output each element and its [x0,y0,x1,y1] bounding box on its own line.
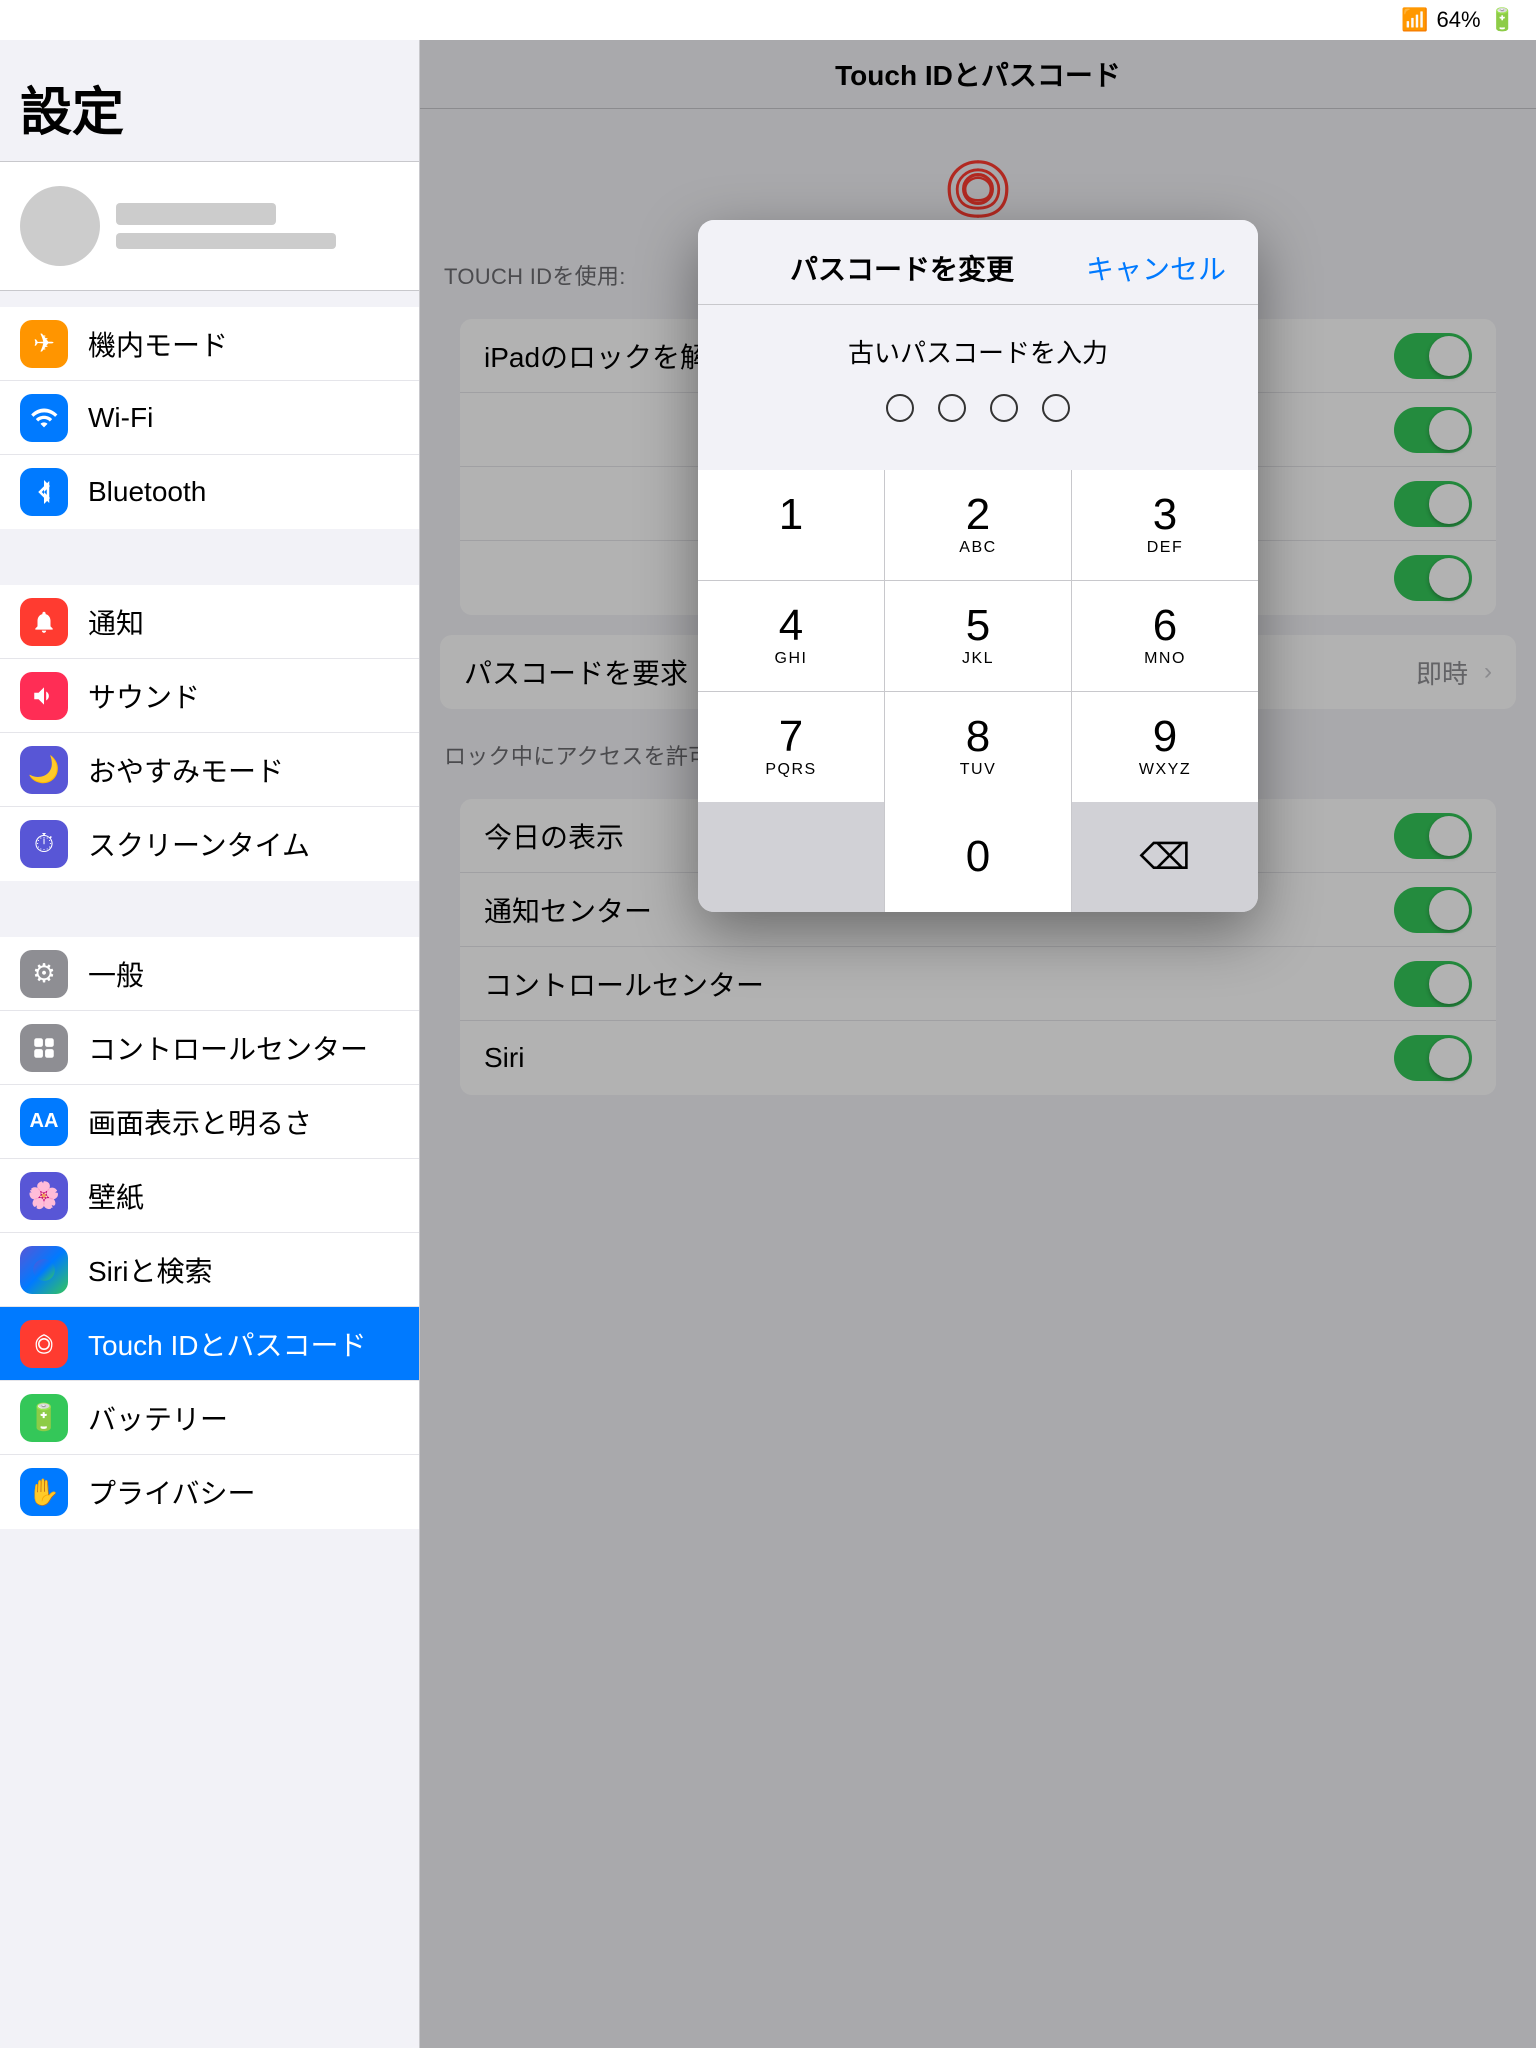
sidebar-item-general[interactable]: ⚙ 一般 [0,937,419,1011]
sidebar-item-label-display: 画面表示と明るさ [88,1102,312,1142]
wallpaper-icon: 🌸 [20,1172,68,1220]
key-3[interactable]: 3 DEF [1072,470,1258,580]
key-7[interactable]: 7 PQRS [698,692,884,802]
separator-1 [0,529,419,569]
sidebar-item-label-general: 一般 [88,954,144,994]
dot-4 [1042,394,1070,422]
dialog-subtitle: 古いパスコードを入力 [730,333,1226,370]
wifi-icon [20,394,68,442]
sidebar-item-airplane[interactable]: ✈ 機内モード [0,307,419,381]
passcode-dialog: パスコードを変更 キャンセル 古いパスコードを入力 1 [698,220,1258,912]
sidebar-item-wallpaper[interactable]: 🌸 壁紙 [0,1159,419,1233]
sidebar: 設定 ✈ 機内モード Wi-Fi [0,40,420,2048]
profile-subtitle [116,233,336,249]
key-empty [698,802,884,912]
status-bar: 📶 64% 🔋 [0,0,1536,40]
sidebar-item-screentime[interactable]: ⏱ スクリーンタイム [0,807,419,881]
notification-icon [20,598,68,646]
sidebar-item-label-privacy: プライバシー [88,1472,255,1512]
avatar [20,186,100,266]
sidebar-item-label-wallpaper: 壁紙 [88,1176,144,1216]
sidebar-item-sound[interactable]: サウンド [0,659,419,733]
bluetooth-icon [20,468,68,516]
sidebar-item-privacy[interactable]: ✋ プライバシー [0,1455,419,1529]
controlcenter-icon [20,1024,68,1072]
dialog-title: パスコードを変更 [730,248,1086,288]
sidebar-item-siri[interactable]: Siriと検索 [0,1233,419,1307]
airplane-icon: ✈ [20,320,68,368]
key-0[interactable]: 0 [885,802,1071,912]
sidebar-item-donotdisturb[interactable]: 🌙 おやすみモード [0,733,419,807]
sidebar-item-controlcenter[interactable]: コントロールセンター [0,1011,419,1085]
key-backspace[interactable]: ⌫ [1072,802,1258,912]
sidebar-item-touchid[interactable]: Touch IDとパスコード [0,1307,419,1381]
key-5[interactable]: 5 JKL [885,581,1071,691]
dot-3 [990,394,1018,422]
siri-icon [20,1246,68,1294]
sidebar-item-label-notification: 通知 [88,602,144,642]
key-8[interactable]: 8 TUV [885,692,1071,802]
key-1[interactable]: 1 [698,470,884,580]
display-icon: AA [20,1098,68,1146]
general-icon: ⚙ [20,950,68,998]
key-2[interactable]: 2 ABC [885,470,1071,580]
separator-2 [0,881,419,921]
sidebar-item-notification[interactable]: 通知 [0,585,419,659]
sidebar-section-1: ✈ 機内モード Wi-Fi Bluetooth [0,307,419,529]
battery-percent: 64% [1437,7,1481,33]
sidebar-item-bluetooth[interactable]: Bluetooth [0,455,419,529]
numpad: 1 2 ABC 3 DEF 4 GHI [698,470,1258,802]
sidebar-item-label-wifi: Wi-Fi [88,402,153,434]
sidebar-item-label-battery: バッテリー [88,1398,228,1438]
sidebar-item-label-airplane: 機内モード [88,324,228,364]
dialog-header: パスコードを変更 キャンセル [698,220,1258,305]
profile-name [116,203,276,225]
sidebar-item-label-sound: サウンド [88,676,200,716]
sidebar-profile[interactable] [0,161,419,291]
profile-info [116,203,399,249]
donotdisturb-icon: 🌙 [20,746,68,794]
battery-sidebar-icon: 🔋 [20,1394,68,1442]
sidebar-item-display[interactable]: AA 画面表示と明るさ [0,1085,419,1159]
sidebar-section-3: ⚙ 一般 コントロールセンター AA 画面表示と明るさ 🌸 壁紙 [0,937,419,1529]
sidebar-item-label-bluetooth: Bluetooth [88,476,206,508]
numpad-bottom: 0 ⌫ [698,802,1258,912]
sidebar-title: 設定 [0,40,419,161]
key-9[interactable]: 9 WXYZ [1072,692,1258,802]
dialog-cancel-button[interactable]: キャンセル [1086,248,1226,288]
sound-icon [20,672,68,720]
dialog-body: 古いパスコードを入力 [698,305,1258,470]
key-6[interactable]: 6 MNO [1072,581,1258,691]
sidebar-section-2: 通知 サウンド 🌙 おやすみモード ⏱ スクリーンタイム [0,585,419,881]
battery-icon: 🔋 [1489,7,1516,33]
key-4[interactable]: 4 GHI [698,581,884,691]
sidebar-item-label-donotdisturb: おやすみモード [88,750,284,790]
sidebar-item-wifi[interactable]: Wi-Fi [0,381,419,455]
dialog-overlay: パスコードを変更 キャンセル 古いパスコードを入力 1 [420,40,1536,2048]
main-content: Touch IDとパスコード TOUCH IDを使用: iPadのロックを解除 [420,40,1536,2048]
dot-1 [886,394,914,422]
screentime-icon: ⏱ [20,820,68,868]
wifi-icon: 📶 [1401,7,1428,33]
sidebar-item-label-siri: Siriと検索 [88,1250,212,1290]
touchid-icon [20,1320,68,1368]
privacy-icon: ✋ [20,1468,68,1516]
sidebar-item-label-controlcenter: コントロールセンター [88,1028,368,1068]
dot-2 [938,394,966,422]
sidebar-item-label-screentime: スクリーンタイム [88,824,310,864]
passcode-dots [730,394,1226,422]
status-icons: 📶 64% 🔋 [1401,7,1516,33]
main-layout: 設定 ✈ 機内モード Wi-Fi [0,40,1536,2048]
sidebar-item-label-touchid: Touch IDとパスコード [88,1324,367,1364]
sidebar-item-battery[interactable]: 🔋 バッテリー [0,1381,419,1455]
